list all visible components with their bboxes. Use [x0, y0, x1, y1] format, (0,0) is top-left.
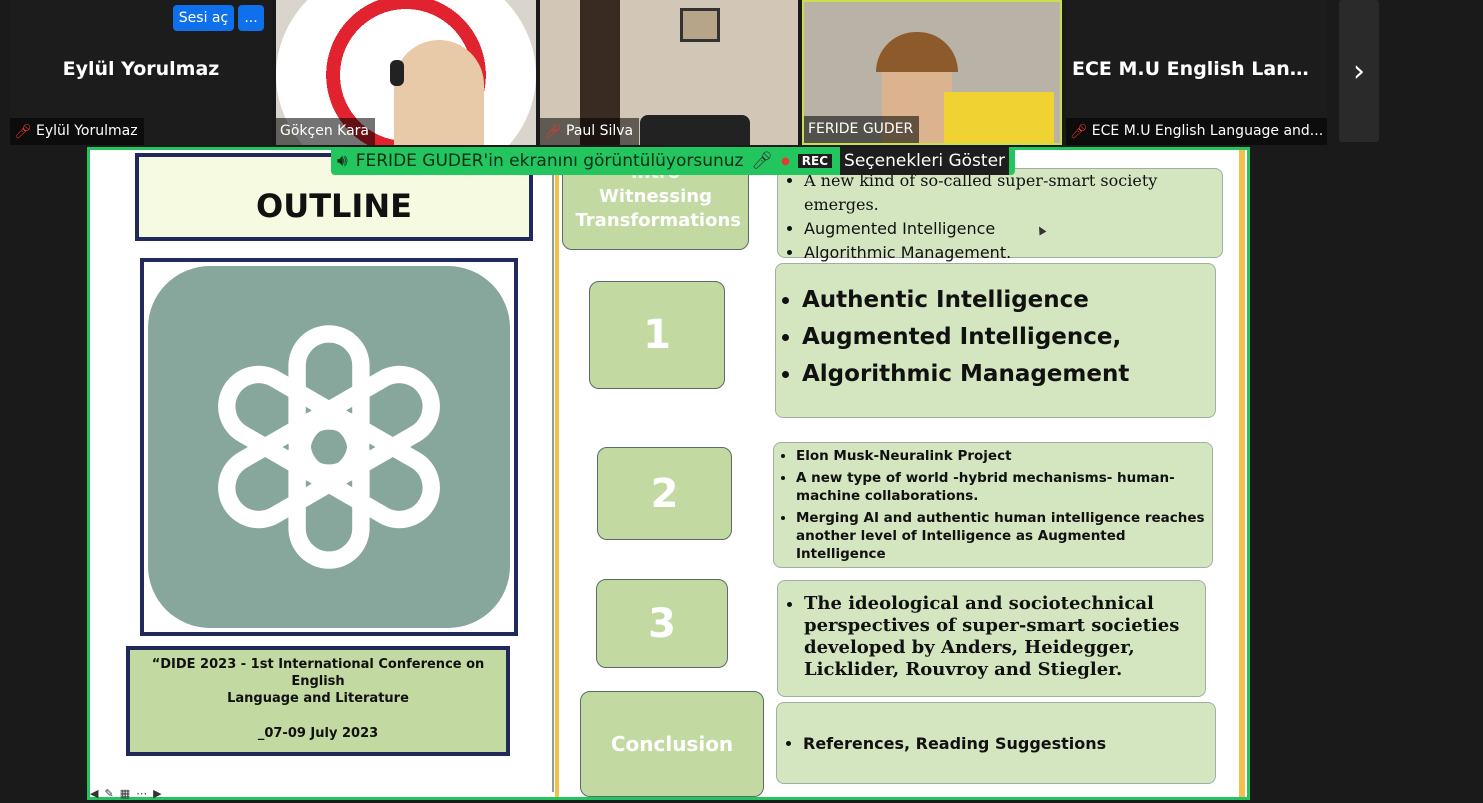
speaker-icon: 🔊︎ [337, 151, 348, 171]
participant-tile-3[interactable]: 🎤︎ Paul Silva [540, 0, 798, 145]
row-content-intro: A new kind of so-called super-smart soci… [777, 168, 1223, 262]
conference-info-box: “DIDE 2023 - 1st International Conferenc… [126, 646, 510, 756]
screen-share-banner[interactable]: 🔊︎ FERIDE GUDER'in ekranını görüntülüyor… [331, 147, 1016, 175]
prev-slide-icon[interactable]: ◀︎ [90, 787, 98, 800]
bullet-text: A new kind of so-called super-smart soci… [804, 169, 1222, 217]
bullet-text: Authentic Intelligence [802, 282, 1215, 319]
next-page-arrow-button[interactable]: › [1339, 0, 1379, 142]
participant-name-large: Eylül Yorulmaz [62, 58, 220, 80]
recording-dot-icon: ● [781, 155, 790, 167]
bullet-text: Merging AI and authentic human intellige… [796, 509, 1212, 563]
participant-tile-2[interactable]: Gökçen Kara [276, 0, 536, 145]
participant-video-chair [640, 115, 750, 145]
share-banner-text: FERIDE GUDER'in ekranını görüntülüyorsun… [355, 151, 744, 171]
row-label-2: 2 [597, 447, 732, 540]
row-content-conclusion: References, Reading Suggestions [776, 702, 1216, 784]
row-label-3: 3 [596, 579, 728, 668]
participant-video-shirt [944, 92, 1054, 143]
logo-frame [140, 258, 518, 636]
participant-label-text: ECE M.U English Language and... [1091, 123, 1324, 139]
participant-label: 🎤︎ ECE M.U English Language and... [1066, 118, 1327, 145]
wall-picture-frame [680, 8, 720, 42]
participant-label-text: Paul Silva [566, 123, 634, 139]
bullet-text: Augmented Intelligence [804, 217, 1222, 241]
headset-icon [390, 60, 404, 86]
participant-name-large: ECE M.U English Langu... [1072, 58, 1327, 80]
slide-right-panel: Intro Witnessing Transformations A new k… [555, 150, 1245, 797]
presentation-slide: OUTLINE “DIDE 2023 - 1st International C… [90, 150, 1247, 797]
bullet-text: A new type of world -hybrid mechanisms- … [796, 469, 1212, 505]
bullet-text: Augmented Intelligence, [802, 319, 1215, 356]
bullet-text: Algorithmic Management. [804, 241, 1222, 265]
chevron-right-icon: › [1353, 53, 1365, 89]
bullet-text: Elon Musk-Neuralink Project [796, 447, 1212, 465]
mic-muted-icon: 🎤︎ [544, 123, 562, 140]
participant-label: 🎤︎ Paul Silva [540, 118, 640, 145]
shared-screen: OUTLINE “DIDE 2023 - 1st International C… [87, 147, 1250, 800]
participant-tile-4-active-speaker[interactable]: FERIDE GUDER [802, 0, 1062, 145]
open-audio-button[interactable]: Sesi aç [173, 5, 234, 31]
mic-muted-icon: 🎤︎ [14, 123, 32, 140]
row-label-1: 1 [589, 281, 725, 389]
openai-knot-icon [218, 325, 440, 569]
more-button[interactable]: ... [238, 5, 264, 31]
row-content-3: The ideological and sociotechnical persp… [777, 580, 1206, 697]
conference-line-1: “DIDE 2023 - 1st International Conferenc… [151, 657, 485, 689]
row-label-conclusion: Conclusion [580, 691, 764, 797]
openai-logo-icon [148, 266, 510, 628]
participant-label-text: FERIDE GUDER [808, 121, 914, 137]
row-label-intro-text: Witnessing Transformations [575, 186, 742, 231]
next-slide-icon[interactable]: ▶︎ [153, 787, 161, 800]
slide-toolbar[interactable]: ◀︎ ✎ ▦ ⋯ ▶︎ [90, 787, 162, 800]
rec-badge: REC [797, 154, 833, 168]
bullet-text: References, Reading Suggestions [803, 734, 1106, 753]
row-content-2: Elon Musk-Neuralink Project A new type o… [773, 442, 1213, 568]
conference-date: _07-09 July 2023 [257, 726, 379, 741]
mic-muted-icon: 🎤︎ [1070, 123, 1088, 140]
more-options-icon[interactable]: ⋯ [136, 787, 147, 800]
bullet-text: Algorithmic Management [802, 356, 1215, 393]
participant-video-person [394, 40, 484, 145]
conference-line-2: Language and Literature [227, 691, 409, 706]
pen-icon[interactable]: ✎ [104, 787, 113, 800]
participant-label: 🎤︎ Eylül Yorulmaz [10, 118, 144, 145]
participant-label: Gökçen Kara [276, 118, 376, 145]
row-content-1: Authentic Intelligence Augmented Intelli… [775, 263, 1216, 418]
show-options-button[interactable]: Seçenekleri Göster [840, 147, 1010, 175]
mic-muted-icon: 🎤︎ [751, 151, 774, 171]
participant-label: FERIDE GUDER [804, 116, 920, 143]
participant-label-text: Gökçen Kara [280, 123, 370, 139]
slide-left-panel: OUTLINE “DIDE 2023 - 1st International C… [92, 150, 554, 792]
participant-video-hair [876, 32, 958, 72]
participant-tile-5[interactable]: ECE M.U English Langu... 🎤︎ ECE M.U Engl… [1066, 0, 1327, 145]
bullet-text: The ideological and sociotechnical persp… [804, 593, 1205, 681]
slides-grid-icon[interactable]: ▦ [120, 787, 130, 800]
participant-label-text: Eylül Yorulmaz [36, 123, 138, 139]
